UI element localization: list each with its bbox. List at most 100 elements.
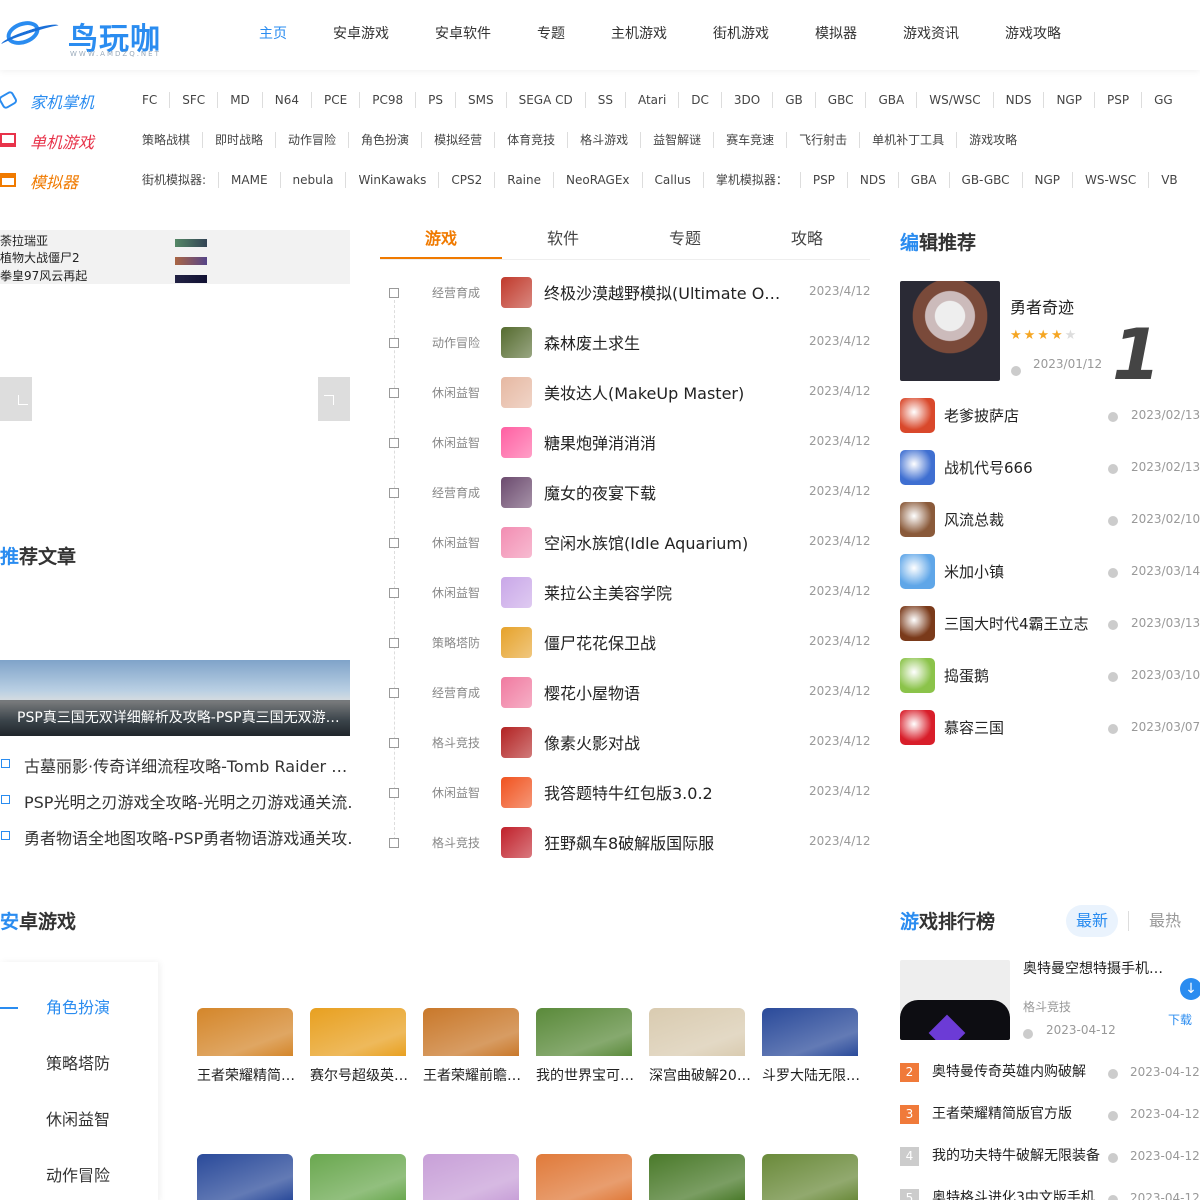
site-logo[interactable]: 鸟玩咖 WWW.AMDZQ.NET — [0, 12, 170, 60]
category-link[interactable]: GB — [773, 92, 816, 108]
recommend-item[interactable]: 三国大时代4霸王立志 2023/03/13 — [900, 606, 1200, 642]
category-link[interactable]: NDS — [994, 92, 1045, 108]
ranking-item[interactable]: 4 我的功夫特牛破解无限装备 2023-04-12 — [900, 1147, 1200, 1183]
game-list-item[interactable]: 策略塔防 僵尸花花保卫战 2023/4/12 — [380, 627, 872, 684]
ranking-item[interactable]: 3 王者荣耀精简版官方版 2023-04-12 — [900, 1105, 1200, 1141]
category-link[interactable]: NeoRAGEx — [554, 172, 643, 188]
nav-game-guides[interactable]: 游戏攻略 — [982, 0, 1084, 70]
game-list-item[interactable]: 经营育成 樱花小屋物语 2023/4/12 — [380, 677, 872, 734]
game-name[interactable]: 老爹披萨店 — [944, 405, 1019, 426]
game-name[interactable]: 捣蛋鹅 — [944, 665, 989, 686]
nav-android-games[interactable]: 安卓游戏 — [310, 0, 412, 70]
game-icon[interactable] — [900, 658, 935, 693]
recommend-item[interactable]: 风流总裁 2023/02/10 — [900, 502, 1200, 538]
game-name[interactable]: 米加小镇 — [944, 561, 1004, 582]
game-icon[interactable] — [501, 427, 532, 458]
app-card[interactable]: 王者荣耀前瞻… — [423, 1008, 527, 1098]
recommend-item[interactable]: 捣蛋鹅 2023/03/10 — [900, 658, 1200, 694]
featured-game-image[interactable] — [900, 281, 1000, 381]
category-link[interactable]: PC98 — [360, 92, 417, 108]
download-icon[interactable]: ↓ — [1180, 978, 1200, 1000]
side-item-casual[interactable]: 休闲益智 — [0, 1100, 158, 1140]
recommend-item[interactable]: 战机代号666 2023/02/13 — [900, 450, 1200, 486]
category-link[interactable]: NGP — [1023, 172, 1074, 188]
category-link[interactable]: 游戏攻略 — [957, 132, 1029, 148]
category-link[interactable]: 体育竞技 — [495, 132, 569, 148]
category-link[interactable]: 动作冒险 — [276, 132, 350, 148]
game-name[interactable]: 终极沙漠越野模拟(Ultimate O… — [544, 280, 784, 304]
game-icon[interactable] — [501, 677, 532, 708]
nav-emulators[interactable]: 模拟器 — [792, 0, 880, 70]
game-icon[interactable] — [501, 577, 532, 608]
category-link[interactable]: CPS2 — [439, 172, 496, 188]
app-icon[interactable] — [197, 1154, 293, 1200]
category-link[interactable]: WS-WSC — [1073, 172, 1150, 188]
tab-latest[interactable]: 最新 — [1066, 905, 1119, 937]
slide-thumbnail[interactable] — [175, 257, 207, 265]
app-card[interactable]: 斗罗大陆无限… — [762, 1008, 866, 1098]
category-link[interactable]: N64 — [263, 92, 313, 108]
game-list-item[interactable]: 格斗竞技 像素火影对战 2023/4/12 — [380, 727, 872, 784]
category-link[interactable]: Callus — [643, 172, 704, 188]
category-link[interactable]: GB-GBC — [950, 172, 1023, 188]
tab-guides[interactable]: 攻略 — [746, 222, 868, 259]
category-link[interactable]: PSP — [1095, 92, 1143, 108]
game-icon[interactable] — [501, 727, 532, 758]
category-link[interactable]: 角色扮演 — [349, 132, 423, 148]
app-name[interactable]: 斗罗大陆无限… — [762, 1065, 866, 1085]
app-card[interactable] — [423, 1154, 527, 1200]
category-link[interactable]: VB — [1149, 172, 1189, 188]
app-name[interactable]: 我的世界宝可… — [536, 1065, 640, 1085]
category-link[interactable]: 街机模拟器: — [130, 172, 220, 188]
game-name[interactable]: 魔女的夜宴下载 — [544, 480, 784, 504]
game-icon[interactable] — [501, 377, 532, 408]
app-icon[interactable] — [536, 1008, 632, 1056]
category-link[interactable]: GBC — [816, 92, 867, 108]
category-link[interactable]: MD — [218, 92, 263, 108]
nav-arcade-games[interactable]: 街机游戏 — [690, 0, 792, 70]
app-icon[interactable] — [649, 1008, 745, 1056]
game-list-item[interactable]: 动作冒险 森林废土求生 2023/4/12 — [380, 327, 872, 384]
category-link[interactable]: WinKawaks — [346, 172, 440, 188]
app-name[interactable]: 王者荣耀精简… — [197, 1065, 301, 1085]
category-link[interactable]: 模拟经营 — [422, 132, 496, 148]
app-card[interactable] — [649, 1154, 753, 1200]
game-icon[interactable] — [501, 777, 532, 808]
category-link[interactable]: 单机补丁工具 — [860, 132, 958, 148]
category-link[interactable]: nebula — [281, 172, 347, 188]
category-link[interactable]: SEGA CD — [507, 92, 586, 108]
category-link[interactable]: 益智解谜 — [641, 132, 715, 148]
category-link[interactable]: 格斗游戏 — [568, 132, 642, 148]
tab-games[interactable]: 游戏 — [380, 222, 502, 259]
featured-article-caption[interactable]: PSP真三国无双详细解析及攻略-PSP真三国无双游… — [0, 700, 350, 736]
game-name[interactable]: 糖果炮弹消消消 — [544, 430, 784, 454]
game-name[interactable]: 美妆达人(MakeUp Master) — [544, 380, 784, 404]
game-name[interactable]: 慕容三国 — [944, 717, 1004, 738]
app-card[interactable] — [762, 1154, 866, 1200]
category-link[interactable]: 即时战略 — [203, 132, 277, 148]
app-icon[interactable] — [197, 1008, 293, 1056]
game-icon[interactable] — [900, 502, 935, 537]
top-ranked-app-image[interactable] — [900, 960, 1010, 1040]
game-name[interactable]: 我答题特牛红包版3.0.2 — [544, 780, 784, 804]
side-item-rpg[interactable]: 角色扮演 — [0, 988, 158, 1028]
game-name[interactable]: 王者荣耀精简版官方版 — [932, 1103, 1072, 1123]
game-name[interactable]: 奥特格斗进化3中文版手机… — [932, 1187, 1109, 1200]
app-card[interactable] — [197, 1154, 301, 1200]
app-icon[interactable] — [423, 1154, 519, 1200]
slider-next-button[interactable] — [318, 377, 350, 421]
slide-thumbnail[interactable] — [175, 275, 207, 283]
game-icon[interactable] — [501, 327, 532, 358]
slider-prev-button[interactable] — [0, 377, 32, 421]
game-name[interactable]: 狂野飙车8破解版国际服 — [544, 830, 784, 854]
category-link[interactable]: Atari — [626, 92, 680, 108]
article-link[interactable]: 古墓丽影·传奇详细流程攻略-Tomb Raider … — [0, 753, 352, 777]
game-icon[interactable] — [501, 827, 532, 858]
category-link[interactable]: SMS — [456, 92, 507, 108]
recommend-item[interactable]: 老爹披萨店 2023/02/13 — [900, 398, 1200, 434]
ranking-item[interactable]: 5 奥特格斗进化3中文版手机… 2023-04-12 — [900, 1189, 1200, 1200]
app-card[interactable]: 王者荣耀精简… — [197, 1008, 301, 1098]
game-name[interactable]: 像素火影对战 — [544, 730, 784, 754]
game-list-item[interactable]: 经营育成 魔女的夜宴下载 2023/4/12 — [380, 477, 872, 534]
featured-game-name[interactable]: 勇者奇迹 — [1010, 294, 1074, 318]
